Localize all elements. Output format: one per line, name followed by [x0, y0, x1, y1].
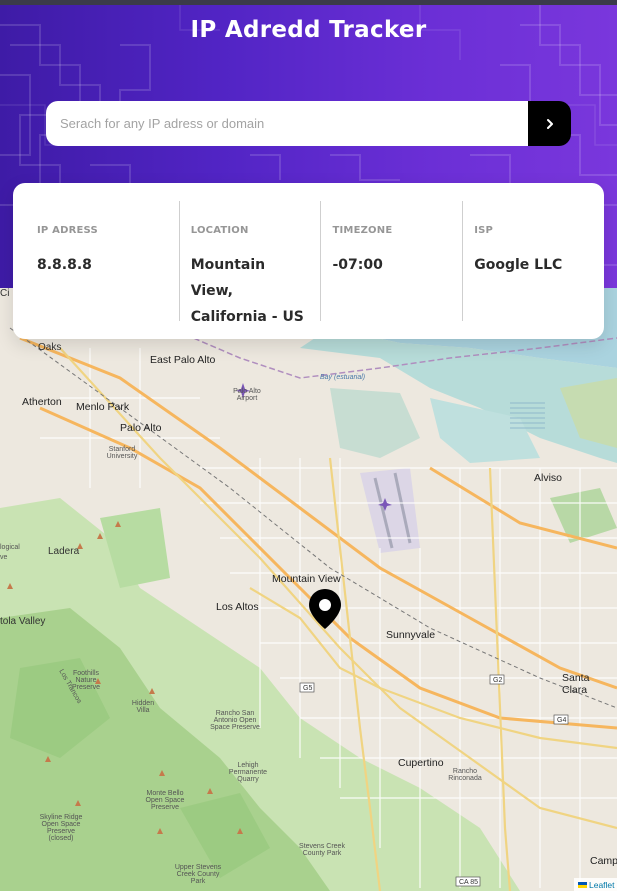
map-label-monte-bello: Monte Bello Open Space Preserve: [145, 790, 185, 811]
map-label-upper-stevens: Upper Stevens Creek County Park: [174, 864, 222, 885]
map-label-east-palo-alto: East Palo Alto: [150, 354, 216, 366]
ukraine-flag-icon: [578, 881, 587, 888]
svg-text:CA 85: CA 85: [459, 879, 478, 886]
map-label-palo-alto-airport: Palo Alto Airport: [233, 388, 261, 402]
location-pin-icon: [309, 589, 341, 629]
isp-value: Google LLC: [474, 257, 563, 273]
map-label-ve: ve: [0, 554, 8, 561]
map-label-menlo-park: Menlo Park: [76, 401, 130, 413]
timezone-label: TIMEZONE: [332, 225, 393, 236]
map-label-ladera: Ladera: [48, 546, 80, 557]
location-section: LOCATION Mountain View, California - US: [178, 201, 321, 325]
map-label-los-altos: Los Altos: [216, 601, 259, 613]
map-label-rancho-san-antonio: Rancho San Antonio Open Space Preserve: [210, 710, 260, 731]
map-label-oaks: Oaks: [38, 342, 62, 353]
map-label-logical: logical: [0, 544, 20, 551]
map-label-ci: Ci: [0, 288, 10, 299]
ip-search-input[interactable]: [46, 101, 528, 146]
map-label-bay-estuarial: Bay (estuarial): [320, 374, 366, 381]
location-label: LOCATION: [190, 225, 249, 236]
ip-address-label: IP ADRESS: [37, 225, 98, 236]
isp-section: ISP Google LLC: [462, 201, 604, 321]
svg-text:G2: G2: [493, 677, 502, 684]
search-bar: [46, 101, 571, 146]
ip-address-value: 8.8.8.8: [37, 257, 92, 273]
map-label-palo-alto: Palo Alto: [120, 422, 162, 434]
leaflet-attribution-link[interactable]: Leaflet: [589, 880, 615, 890]
timezone-value: -07:00: [332, 257, 383, 273]
location-marker[interactable]: [307, 588, 343, 630]
svg-text:G5: G5: [303, 685, 312, 692]
timezone-section: TIMEZONE -07:00: [320, 201, 462, 321]
app-title: IP Adredd Tracker: [190, 17, 427, 43]
map-label-rancho-rinconada: Rancho Rinconada: [448, 768, 482, 782]
map-label-lehigh: Lehigh Permanente Quarry: [228, 762, 268, 783]
map-label-campbell: Camp: [590, 855, 617, 867]
map-attribution[interactable]: Leaflet: [574, 878, 617, 891]
ip-address-section: IP ADRESS 8.8.8.8: [37, 201, 179, 321]
map-label-hidden-villa: Hidden Villa: [131, 700, 155, 714]
map-label-portola-valley: tola Valley: [0, 616, 46, 627]
map-label-cupertino: Cupertino: [398, 757, 444, 769]
map-label-stanford: Stanford University: [106, 446, 138, 460]
isp-label: ISP: [474, 225, 494, 236]
map-label-stevens-creek: Stevens Creek County Park: [299, 843, 345, 857]
search-submit-button[interactable]: [528, 101, 571, 146]
map-label-sunnyvale: Sunnyvale: [386, 629, 436, 641]
map-label-mountain-view: Mountain View: [272, 573, 341, 585]
ip-info-card: IP ADRESS 8.8.8.8 LOCATION Mountain View…: [13, 183, 604, 339]
location-value: Mountain View, California - US: [190, 257, 304, 325]
map-label-alviso: Alviso: [534, 472, 563, 484]
map-label-skyline: Skyline Ridge Open Space Preserve (close…: [39, 814, 83, 842]
svg-text:G4: G4: [557, 717, 566, 724]
map-label-santa-clara: Santa Clara: [562, 672, 590, 696]
chevron-right-icon: [546, 118, 553, 129]
map-label-atherton: Atherton: [22, 396, 62, 408]
